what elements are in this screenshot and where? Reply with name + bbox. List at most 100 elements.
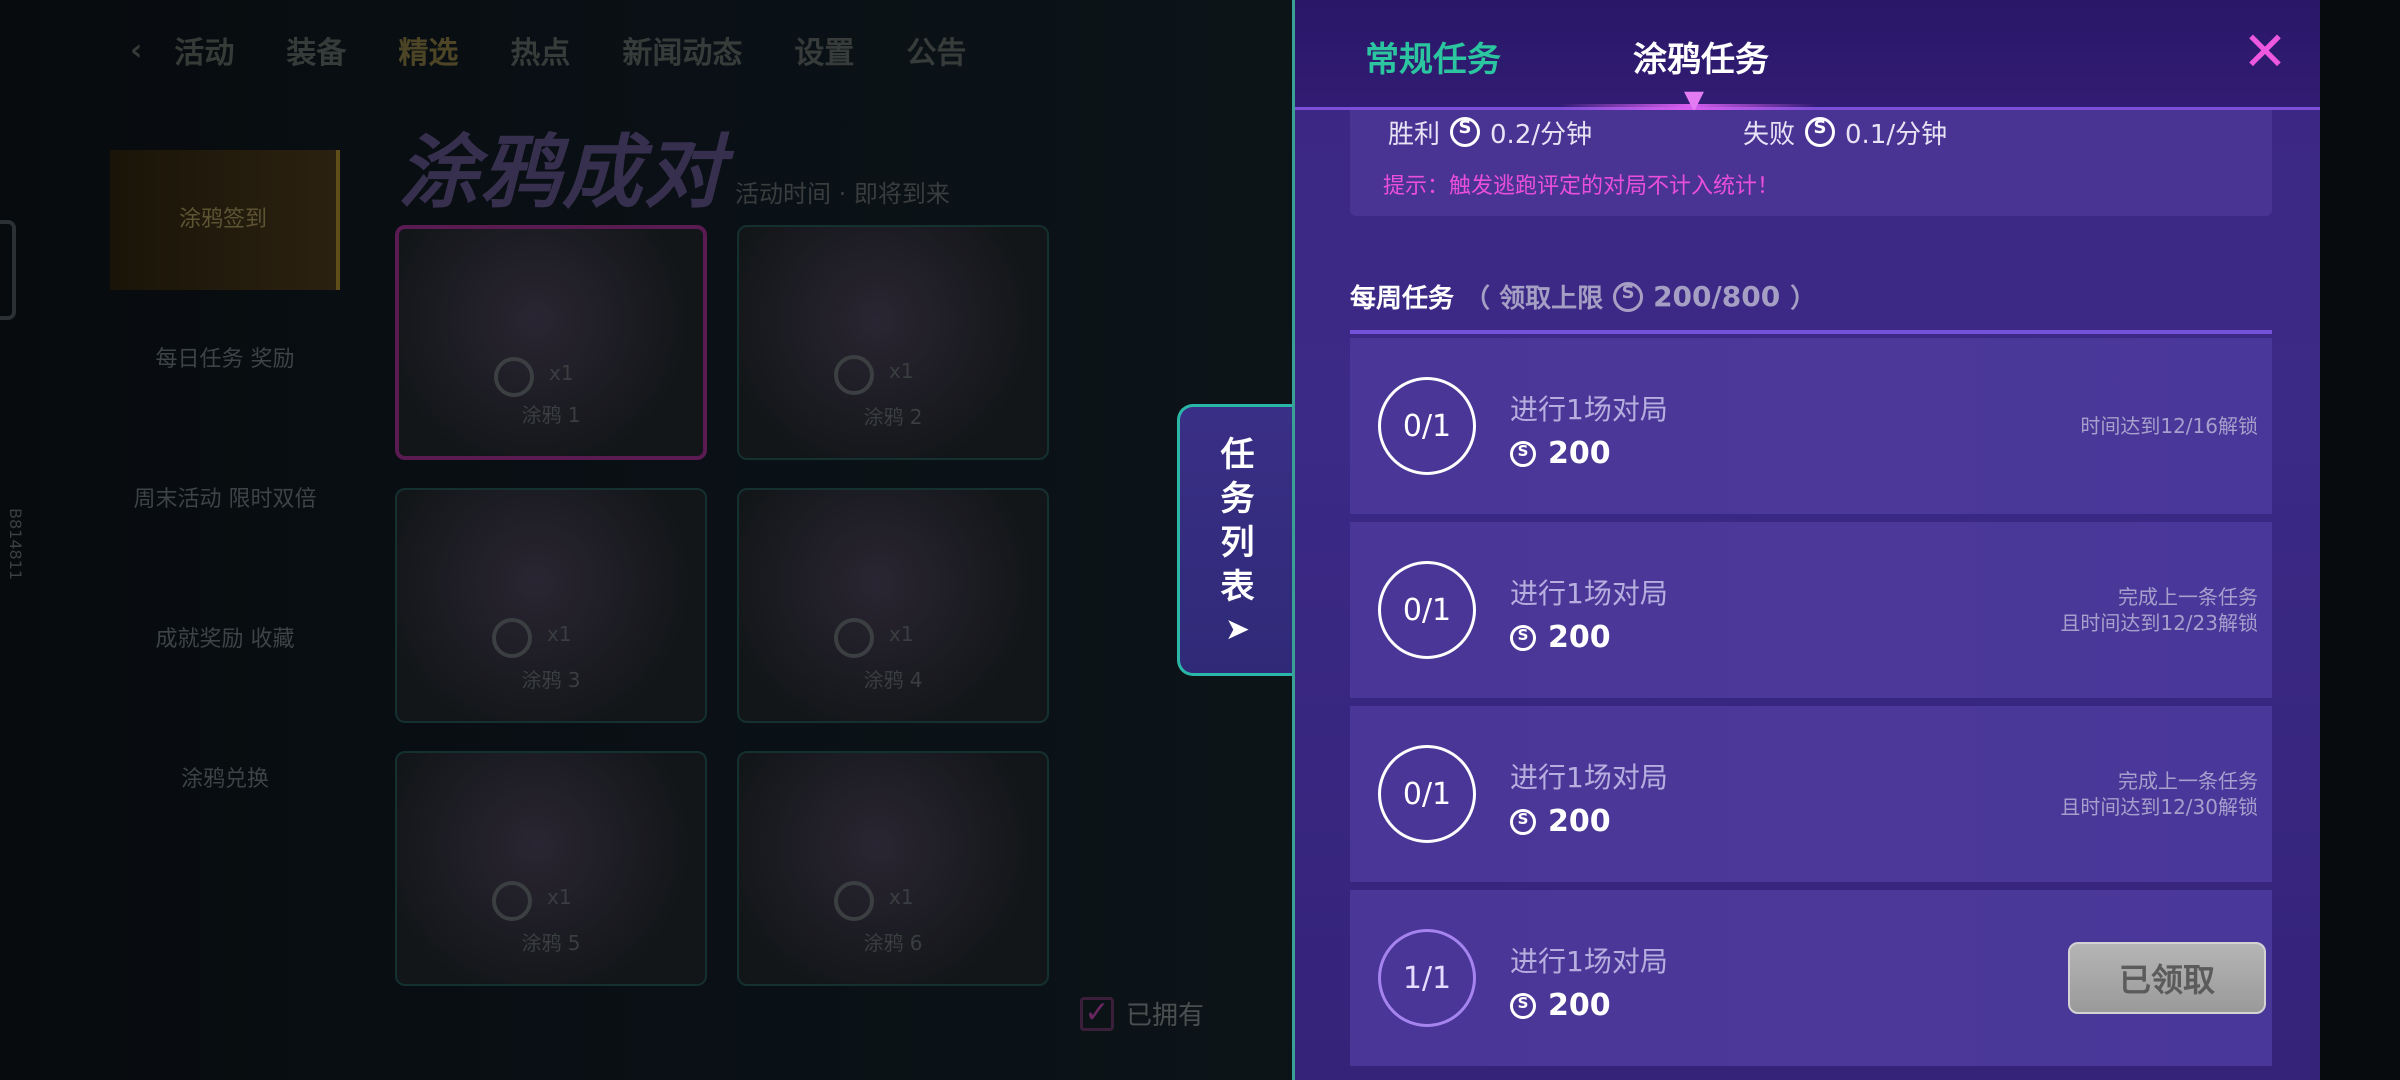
task-progress: 0/1 xyxy=(1378,561,1476,659)
limit-suffix: ） xyxy=(1790,284,1817,314)
edge-hex-decoration xyxy=(0,220,16,320)
background-game-screen: B814811 ‹ 活动 装备 精选 热点 新闻动态 设置 公告 涂鸦成对 活动… xyxy=(0,0,1295,1080)
task-name: 进行1场对局 xyxy=(1510,945,1668,978)
task-row: 0/1 进行1场对局 200 完成上一条任务 且时间达到12/23解锁 xyxy=(1350,522,2272,698)
coin-icon xyxy=(1805,117,1836,147)
lose-label: 失败 xyxy=(1743,119,1796,150)
coin-icon xyxy=(1613,281,1644,312)
task-unlock-status: 完成上一条任务 且时间达到12/30解锁 xyxy=(2060,769,2258,819)
tab-graffiti-tasks[interactable]: 涂鸦任务 xyxy=(1633,32,1769,81)
back-chevron-icon[interactable]: ‹ xyxy=(130,33,142,68)
sidebar-item[interactable]: 成就奖励 收藏 xyxy=(110,570,340,710)
card-count: x1 xyxy=(547,622,572,646)
graffiti-card[interactable]: x1 涂鸦 2 xyxy=(737,225,1049,460)
coin-icon xyxy=(1510,992,1536,1019)
panel-header: 常规任务 涂鸦任务 ▲ ✕ xyxy=(1295,0,2320,118)
limit-value: 200/800 xyxy=(1653,280,1781,313)
graffiti-card[interactable]: x1 涂鸦 1 xyxy=(395,225,707,460)
tab-char: 列 xyxy=(1220,522,1255,563)
checkbox-label: 已拥有 xyxy=(1126,1001,1205,1031)
task-reward: 200 xyxy=(1510,804,1611,839)
side-vertical-text: B814811 xyxy=(6,508,25,581)
nav-item[interactable]: 热点 xyxy=(510,28,570,72)
event-subtitle: 活动时间 · 即将到来 xyxy=(735,180,950,208)
tab-normal-tasks[interactable]: 常规任务 xyxy=(1365,32,1501,81)
nav-item[interactable]: 装备 xyxy=(286,28,346,72)
graffiti-card-grid: x1 涂鸦 1 x1 涂鸦 2 x1 涂鸦 3 x1 涂鸦 4 x1 涂鸦 5 … xyxy=(395,225,1049,986)
sidebar-item[interactable]: 涂鸦签到 xyxy=(110,150,340,290)
claimed-button[interactable]: 已领取 xyxy=(2068,942,2266,1014)
nav-item[interactable]: 活动 xyxy=(174,28,234,72)
reward-amount: 200 xyxy=(1548,988,1611,1023)
card-label: 涂鸦 6 xyxy=(863,931,923,955)
task-reward: 200 xyxy=(1510,436,1611,471)
card-label: 涂鸦 4 xyxy=(863,668,923,692)
card-count: x1 xyxy=(547,885,572,909)
top-navigation: ‹ 活动 装备 精选 热点 新闻动态 设置 公告 xyxy=(130,28,966,72)
coin-icon xyxy=(492,881,532,921)
tab-char: 任 xyxy=(1220,434,1255,475)
coin-icon xyxy=(834,355,874,395)
coin-icon xyxy=(834,618,874,658)
right-edge-strip xyxy=(2320,0,2400,1080)
nav-item[interactable]: 公告 xyxy=(906,28,966,72)
weekly-task-list: 0/1 进行1场对局 200 时间达到12/16解锁 0/1 进行1场对局 20… xyxy=(1350,338,2272,1074)
limit-prefix: （ 领取上限 xyxy=(1464,284,1604,314)
graffiti-card[interactable]: x1 涂鸦 3 xyxy=(395,488,707,723)
graffiti-card[interactable]: x1 涂鸦 5 xyxy=(395,751,707,986)
coin-icon xyxy=(1510,624,1536,651)
task-progress: 0/1 xyxy=(1378,377,1476,475)
coin-icon xyxy=(494,357,534,397)
coin-icon xyxy=(492,618,532,658)
reward-rate-box: 胜利 0.2/分钟 失败 0.1/分钟 提示：触发逃跑评定的对局不计入统计！ xyxy=(1350,110,2272,216)
nav-item[interactable]: 设置 xyxy=(794,28,854,72)
nav-item[interactable]: 精选 xyxy=(398,28,458,72)
weekly-section-title: 每周任务 （ 领取上限 200/800 ） xyxy=(1350,278,1816,315)
card-count: x1 xyxy=(549,361,574,385)
lose-rate: 失败 0.1/分钟 xyxy=(1743,112,1947,152)
task-progress: 1/1 xyxy=(1378,929,1476,1027)
reward-amount: 200 xyxy=(1548,620,1611,655)
card-label: 涂鸦 5 xyxy=(521,931,581,955)
win-label: 胜利 xyxy=(1388,119,1441,150)
task-panel: 常规任务 涂鸦任务 ▲ ✕ 胜利 0.2/分钟 失败 0.1/分钟 提示：触发逃… xyxy=(1292,0,2320,1080)
event-banner-title: 涂鸦成对 xyxy=(398,126,726,219)
card-count: x1 xyxy=(889,885,914,909)
reward-amount: 200 xyxy=(1548,804,1611,839)
card-label: 涂鸦 3 xyxy=(521,668,581,692)
checkmark-icon: ✓ xyxy=(1080,996,1114,1031)
reward-amount: 200 xyxy=(1548,436,1611,471)
sidebar-item[interactable]: 周末活动 限时双倍 xyxy=(110,430,340,570)
coin-icon xyxy=(834,881,874,921)
send-arrow-icon: ➤ xyxy=(1224,611,1251,647)
graffiti-card[interactable]: x1 涂鸦 4 xyxy=(737,488,1049,723)
close-icon[interactable]: ✕ xyxy=(2239,25,2291,79)
task-unlock-status: 完成上一条任务 且时间达到12/23解锁 xyxy=(2060,585,2258,635)
escape-hint: 提示：触发逃跑评定的对局不计入统计！ xyxy=(1383,174,1780,199)
task-row: 1/1 进行1场对局 200 已领取 xyxy=(1350,890,2272,1066)
sidebar-item[interactable]: 每日任务 奖励 xyxy=(110,290,340,430)
weekly-title: 每周任务 xyxy=(1350,284,1455,314)
graffiti-card[interactable]: x1 涂鸦 6 xyxy=(737,751,1049,986)
task-reward: 200 xyxy=(1510,988,1611,1023)
section-divider xyxy=(1350,330,2272,334)
card-count: x1 xyxy=(889,359,914,383)
event-sidebar: 涂鸦签到 每日任务 奖励 周末活动 限时双倍 成就奖励 收藏 涂鸦兑换 xyxy=(110,150,340,850)
card-label: 涂鸦 1 xyxy=(521,403,581,427)
nav-item[interactable]: 新闻动态 xyxy=(622,28,742,72)
card-count: x1 xyxy=(889,622,914,646)
tab-char: 务 xyxy=(1220,478,1255,519)
win-rate: 胜利 0.2/分钟 xyxy=(1388,112,1592,152)
task-unlock-status: 时间达到12/16解锁 xyxy=(2080,414,2258,438)
task-name: 进行1场对局 xyxy=(1510,761,1668,794)
coin-icon xyxy=(1510,808,1536,835)
task-name: 进行1场对局 xyxy=(1510,577,1668,610)
task-row: 0/1 进行1场对局 200 完成上一条任务 且时间达到12/30解锁 xyxy=(1350,706,2272,882)
card-label: 涂鸦 2 xyxy=(863,405,923,429)
win-value: 0.2/分钟 xyxy=(1490,119,1593,150)
task-list-toggle-tab[interactable]: 任 务 列 表 ➤ xyxy=(1177,404,1295,676)
sidebar-item[interactable]: 涂鸦兑换 xyxy=(110,710,340,850)
owned-filter-checkbox[interactable]: ✓ 已拥有 xyxy=(1080,995,1204,1032)
coin-icon xyxy=(1510,440,1536,467)
lose-value: 0.1/分钟 xyxy=(1845,119,1948,150)
